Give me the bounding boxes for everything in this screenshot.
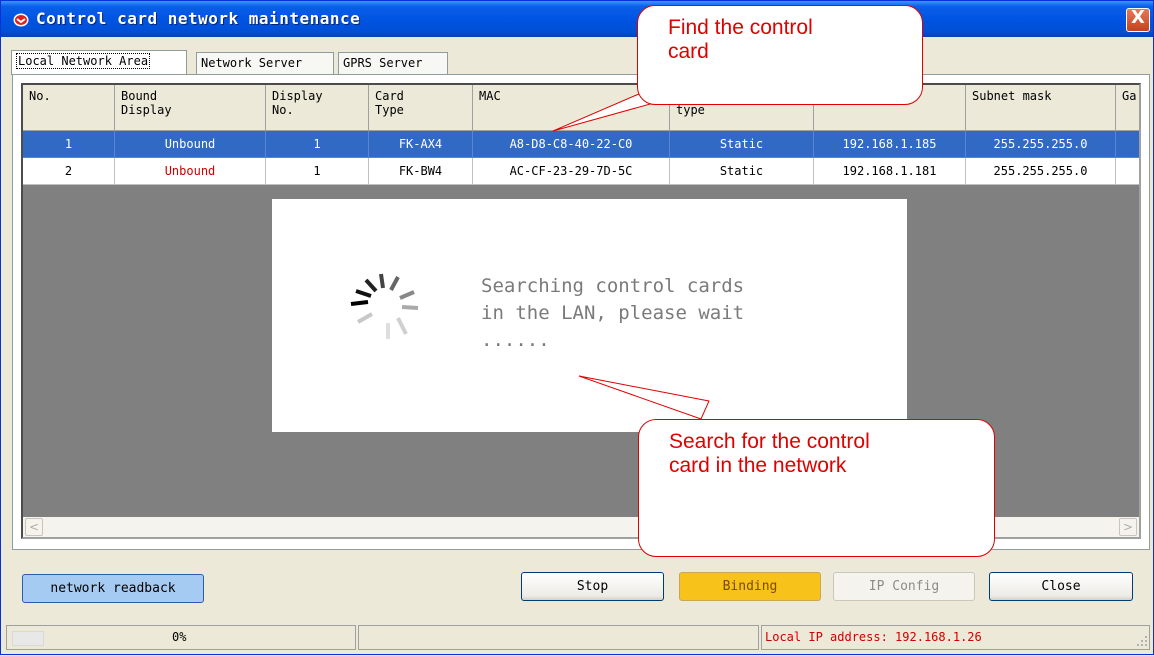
loading-spinner-icon — [350, 273, 419, 339]
cell-ip-type: Static — [670, 131, 814, 158]
searching-message: Searching control cards in the LAN, plea… — [481, 275, 745, 351]
callout-line: Search for the control — [669, 430, 870, 453]
tab-local-network-area[interactable]: Local Network Area — [11, 50, 187, 75]
col-header-no[interactable]: No. — [23, 85, 115, 131]
table-row[interactable]: 2 Unbound 1 FK-BW4 AC-CF-23-29-7D-5C Sta… — [23, 158, 1139, 185]
callout-find-control-card: Find the control card — [637, 5, 923, 105]
cell-bound: Unbound — [115, 131, 266, 158]
cell-mac: AC-CF-23-29-7D-5C — [473, 158, 670, 185]
col-header-subnet-mask[interactable]: Subnet mask — [966, 85, 1116, 131]
tab-network-server[interactable]: Network Server — [196, 52, 334, 74]
main-window: Control card network maintenance X Local… — [0, 0, 1154, 655]
cell-ip-type: Static — [670, 158, 814, 185]
col-header-display-no[interactable]: Display No. — [266, 85, 369, 131]
cell-ip-address: 192.168.1.185 — [814, 131, 966, 158]
close-button[interactable]: Close — [989, 572, 1133, 601]
title-bar[interactable]: Control card network maintenance X — [1, 1, 1153, 37]
cell-display-no: 1 — [266, 158, 369, 185]
callout-line: card in the network — [669, 454, 847, 477]
tab-label: GPRS Server — [343, 56, 423, 70]
app-icon — [13, 13, 29, 27]
progress-panel: 0% — [6, 625, 356, 650]
close-window-button[interactable]: X — [1126, 7, 1150, 32]
tab-label: Network Server — [201, 56, 303, 70]
col-header-gateway[interactable]: Ga — [1116, 85, 1139, 131]
cell-mac: A8-D8-C8-40-22-C0 — [473, 131, 670, 158]
status-bar: 0% Local IP address: 192.168.1.26 — [6, 625, 1150, 650]
grid-header: No. Bound Display Display No. Card Type … — [23, 85, 1139, 131]
cell-display-no: 1 — [266, 131, 369, 158]
callout-search-network: Search for the control card in the netwo… — [638, 419, 995, 557]
progress-text: 0% — [172, 630, 187, 644]
scroll-right-button[interactable]: > — [1119, 518, 1137, 536]
progress-track — [12, 631, 44, 646]
cell-subnet-mask: 255.255.255.0 — [966, 131, 1116, 158]
status-middle-panel — [358, 625, 759, 650]
cell-card-type: FK-AX4 — [369, 131, 473, 158]
cell-bound: Unbound — [115, 158, 266, 185]
local-ip-address: Local IP address: 192.168.1.26 — [761, 625, 1150, 650]
scroll-left-button[interactable]: < — [25, 518, 43, 536]
ip-config-button[interactable]: IP Config — [833, 572, 975, 601]
callout-line: Find the control — [668, 16, 813, 39]
window-title: Control card network maintenance — [36, 9, 361, 28]
col-header-card-type[interactable]: Card Type — [369, 85, 473, 131]
table-row[interactable]: 1 Unbound 1 FK-AX4 A8-D8-C8-40-22-C0 Sta… — [23, 131, 1139, 158]
resize-grip-icon — [1137, 636, 1147, 646]
cell-card-type: FK-BW4 — [369, 158, 473, 185]
close-icon: X — [1131, 7, 1145, 28]
binding-button[interactable]: Binding — [679, 572, 821, 601]
cell-no: 1 — [23, 131, 115, 158]
callout-line: card — [668, 40, 709, 63]
tab-gprs-server[interactable]: GPRS Server — [338, 52, 448, 74]
network-readback-button[interactable]: network readback — [22, 574, 204, 603]
col-header-bound-display[interactable]: Bound Display — [115, 85, 266, 131]
cell-ip-address: 192.168.1.181 — [814, 158, 966, 185]
stop-button[interactable]: Stop — [521, 572, 664, 601]
cell-subnet-mask: 255.255.255.0 — [966, 158, 1116, 185]
cell-gateway — [1116, 158, 1139, 185]
tab-label: Local Network Area — [16, 53, 151, 69]
cell-gateway — [1116, 131, 1139, 158]
cell-no: 2 — [23, 158, 115, 185]
